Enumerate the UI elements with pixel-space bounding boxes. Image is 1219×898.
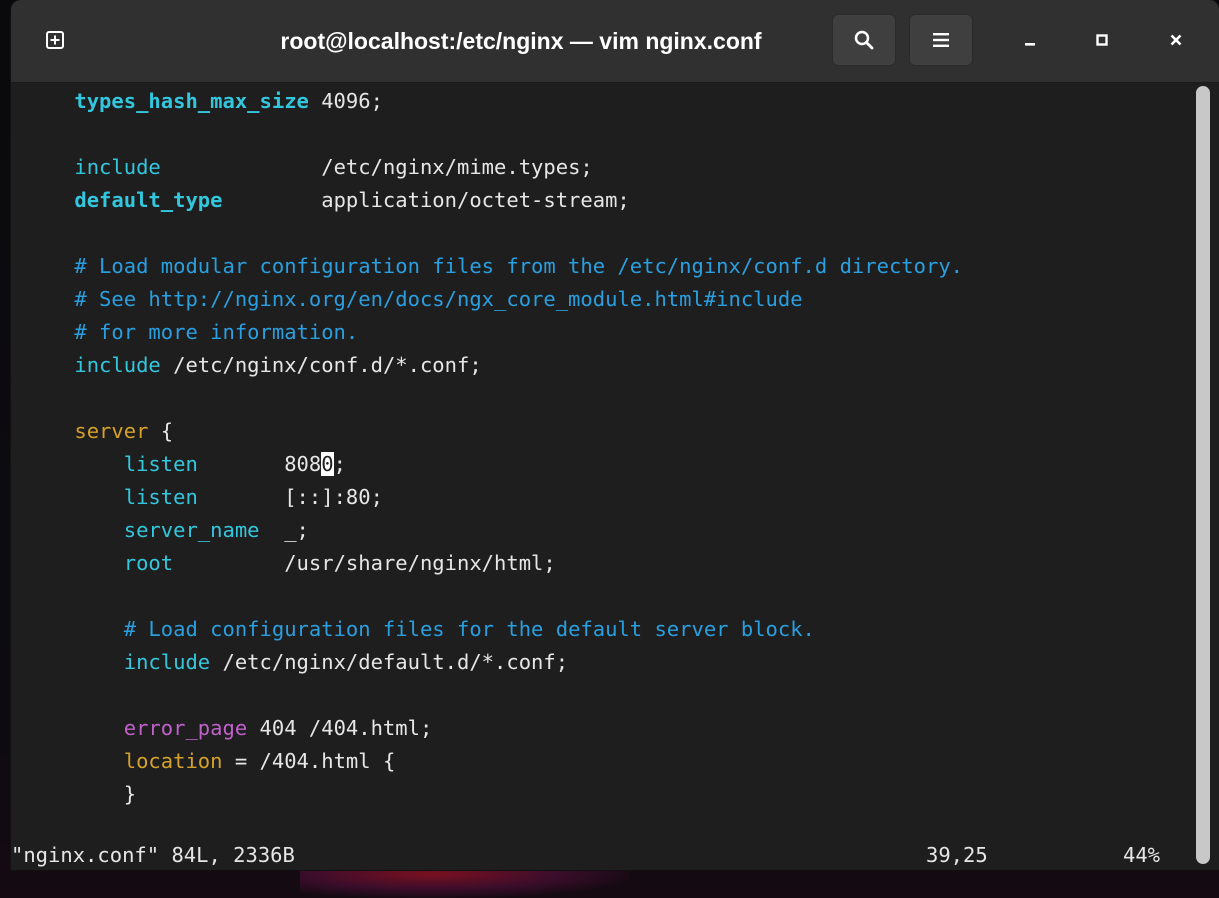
code-line: server_name _; xyxy=(25,514,309,547)
code-line: default_type application/octet-stream; xyxy=(25,184,630,217)
code-token: 4096; xyxy=(308,89,383,113)
code-token: } xyxy=(123,782,137,806)
code-line: error_page 404 /404.html; xyxy=(25,712,433,745)
code-token: error_page xyxy=(123,716,248,740)
new-tab-icon xyxy=(46,31,64,49)
headerbar: root@localhost:/etc/nginx — vim nginx.co… xyxy=(11,0,1219,83)
code-token: [::]:80; xyxy=(197,485,383,509)
code-token: location xyxy=(123,749,223,773)
code-line: include /etc/nginx/default.d/*.conf; xyxy=(25,646,568,679)
status-file-info: "nginx.conf" 84L, 2336B xyxy=(11,843,295,867)
scrollbar-thumb[interactable] xyxy=(1196,86,1210,864)
code-token: 404 /404.html; xyxy=(247,716,433,740)
code-token: _; xyxy=(259,518,309,542)
code-token: default_type xyxy=(74,188,223,212)
code-token: = /404.html { xyxy=(222,749,396,773)
terminal-content[interactable]: types_hash_max_size 4096; include /etc/n… xyxy=(11,83,1191,870)
terminal-window: root@localhost:/etc/nginx — vim nginx.co… xyxy=(11,0,1219,870)
code-token: include xyxy=(123,650,211,674)
code-line: include /etc/nginx/conf.d/*.conf; xyxy=(25,349,482,382)
code-line: location = /404.html { xyxy=(25,745,396,778)
code-line: # Load modular configuration files from … xyxy=(25,250,963,283)
code-line: listen [::]:80; xyxy=(25,481,383,514)
code-line: # Load configuration files for the defau… xyxy=(25,613,815,646)
code-token: server xyxy=(74,419,149,443)
code-token: application/octet-stream; xyxy=(222,188,630,212)
menu-button[interactable] xyxy=(909,14,973,66)
maximize-button[interactable] xyxy=(1082,20,1122,60)
code-token: # Load configuration files for the defau… xyxy=(123,617,815,641)
code-line: include /etc/nginx/mime.types; xyxy=(25,151,593,184)
code-token: /etc/nginx/mime.types; xyxy=(160,155,593,179)
code-token: /etc/nginx/default.d/*.conf; xyxy=(210,650,569,674)
code-token: # See http://nginx.org/en/docs/ngx_core_… xyxy=(74,287,803,311)
status-cursor-position: 39,25 xyxy=(926,843,988,867)
minimize-icon xyxy=(1025,43,1035,46)
new-tab-button[interactable] xyxy=(27,20,83,60)
wallpaper-accent xyxy=(300,868,630,898)
code-line: # See http://nginx.org/en/docs/ngx_core_… xyxy=(25,283,803,316)
code-line: server { xyxy=(25,415,173,448)
hamburger-menu-icon xyxy=(933,33,949,47)
close-icon xyxy=(1170,34,1182,46)
code-line: } xyxy=(25,778,136,811)
code-line: root /usr/share/nginx/html; xyxy=(25,547,556,580)
code-token: # for more information. xyxy=(74,320,359,344)
code-token: /usr/share/nginx/html; xyxy=(173,551,556,575)
code-token: ; xyxy=(333,452,346,476)
maximize-icon xyxy=(1096,34,1108,46)
code-token: root xyxy=(123,551,174,575)
minimize-button[interactable] xyxy=(1010,20,1050,60)
code-token: types_hash_max_size xyxy=(74,89,309,113)
search-icon xyxy=(854,30,874,50)
code-token: server_name xyxy=(123,518,260,542)
code-token: # Load modular configuration files from … xyxy=(74,254,964,278)
code-token: 808 xyxy=(197,452,322,476)
code-line: # for more information. xyxy=(25,316,358,349)
code-line: listen 8080; xyxy=(25,448,346,481)
code-token: listen xyxy=(123,452,198,476)
window-title: root@localhost:/etc/nginx — vim nginx.co… xyxy=(280,28,762,54)
code-line: types_hash_max_size 4096; xyxy=(25,85,383,118)
close-button[interactable] xyxy=(1156,20,1196,60)
code-token: { xyxy=(148,419,174,443)
search-button[interactable] xyxy=(832,14,896,66)
code-token: /etc/nginx/conf.d/*.conf; xyxy=(160,353,482,377)
code-token: listen xyxy=(123,485,198,509)
code-token: include xyxy=(74,155,161,179)
text-cursor: 0 xyxy=(321,452,334,476)
code-token: include xyxy=(74,353,161,377)
status-scroll-percent: 44% xyxy=(1123,843,1161,867)
